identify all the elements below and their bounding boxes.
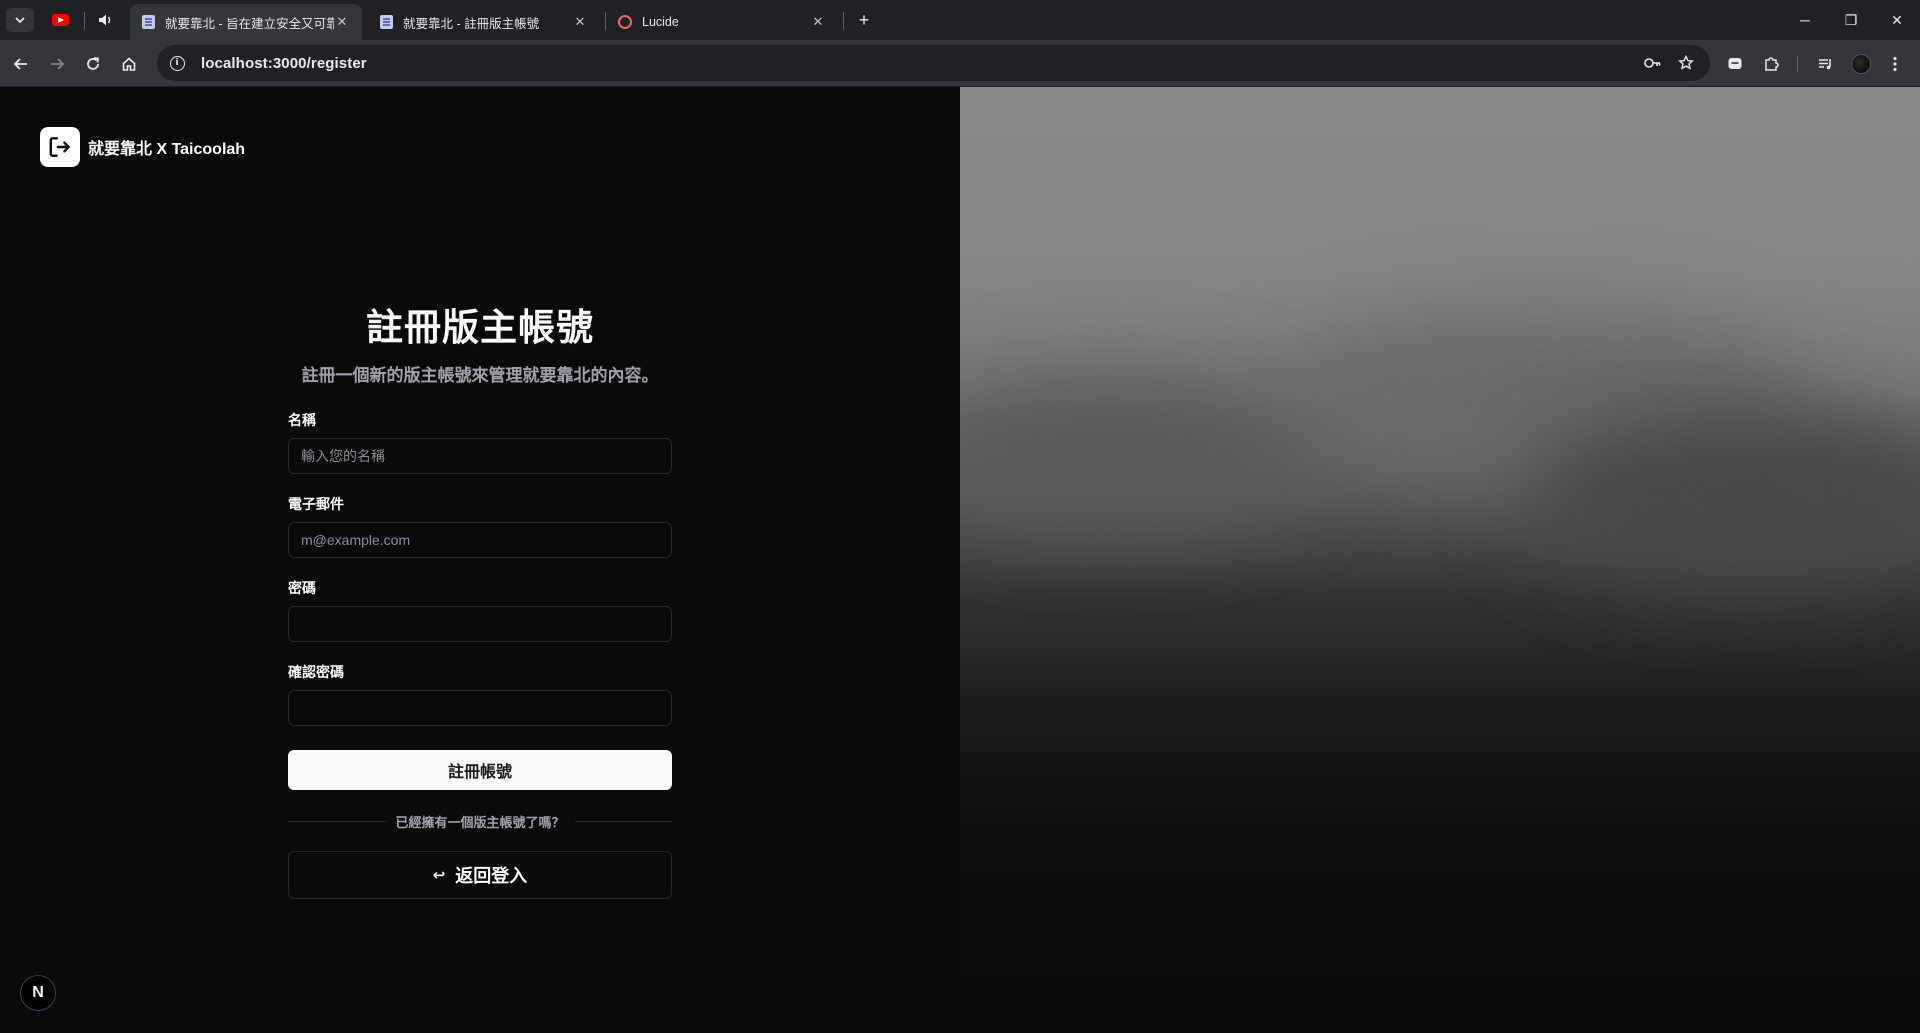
window-close-button[interactable]: ✕ — [1874, 0, 1920, 40]
divider-line — [574, 821, 673, 822]
close-icon[interactable]: ✕ — [572, 14, 588, 30]
divider-text: 已經擁有一個版主帳號了嗎？ — [395, 815, 565, 830]
tab-2[interactable]: 就要靠北 - 註冊版主帳號 ✕ — [368, 4, 600, 40]
minimize-button[interactable]: ─ — [1782, 0, 1828, 40]
confirm-password-label: 確認密碼 — [288, 664, 344, 680]
name-input[interactable] — [288, 438, 672, 474]
password-field-group: 密碼 — [288, 578, 672, 642]
back-button[interactable] — [6, 49, 36, 79]
queue-music-icon — [1819, 59, 1831, 70]
pinned-tab-audio[interactable] — [92, 8, 120, 32]
restore-button[interactable]: ❐ — [1828, 0, 1874, 40]
chevron-down-icon — [15, 17, 25, 24]
tab-3[interactable]: Lucide ✕ — [606, 4, 838, 40]
close-icon[interactable]: ✕ — [810, 14, 826, 30]
page-viewport: 就要靠北 X Taicoolah 註冊版主帳號 註冊一個新的版主帳號來管理就要靠… — [0, 87, 1920, 1033]
arrow-left-icon — [13, 58, 27, 70]
name-label: 名稱 — [288, 412, 316, 428]
register-form: 註冊版主帳號 註冊一個新的版主帳號來管理就要靠北的內容。 名稱 電子郵件 密碼 … — [288, 297, 673, 899]
brand-name: 就要靠北 X Taicoolah — [88, 141, 246, 158]
back-to-login-button[interactable]: ↩ 返回登入 — [288, 851, 672, 899]
tab-strip: 就要靠北 - 旨在建立安全又可靠 ✕ 就要靠北 - 註冊版主帳號 ✕ Lucid… — [0, 0, 1920, 40]
tab-1[interactable]: 就要靠北 - 旨在建立安全又可靠 ✕ — [130, 4, 362, 40]
tab-title: Lucide — [642, 15, 679, 29]
forward-button[interactable] — [42, 49, 72, 79]
profile-button[interactable] — [1846, 49, 1876, 79]
page-favicon-icon — [142, 15, 155, 29]
site-info-button[interactable]: i — [161, 49, 193, 77]
email-label: 電子郵件 — [288, 496, 344, 512]
tab-search-button[interactable] — [6, 8, 34, 32]
home-button[interactable] — [114, 49, 144, 79]
extension-chat-button[interactable] — [1720, 49, 1750, 79]
tab-separator — [84, 12, 85, 30]
brand-logo — [40, 127, 80, 167]
info-icon: i — [169, 55, 185, 71]
email-field-group: 電子郵件 — [288, 494, 672, 558]
home-icon — [122, 57, 136, 71]
brand-link[interactable]: 就要靠北 X Taicoolah — [40, 127, 245, 167]
speaker-icon — [99, 14, 111, 26]
register-panel: 就要靠北 X Taicoolah 註冊版主帳號 註冊一個新的版主帳號來管理就要靠… — [0, 87, 960, 1033]
password-label: 密碼 — [288, 580, 316, 596]
page-favicon-icon — [380, 15, 393, 29]
tab-title: 就要靠北 - 旨在建立安全又可靠 — [165, 16, 334, 31]
hero-image — [960, 87, 1920, 1033]
register-button[interactable]: 註冊帳號 — [288, 750, 672, 790]
tab-title: 就要靠北 - 註冊版主帳號 — [403, 16, 540, 31]
back-to-login-label: 返回登入 — [455, 866, 528, 886]
browser-toolbar: i localhost:3000/register — [0, 40, 1920, 87]
divider-line — [288, 821, 386, 822]
star-icon — [1678, 55, 1694, 70]
url-text[interactable]: localhost:3000/register — [201, 55, 367, 72]
undo-arrow-icon: ↩ — [432, 867, 446, 884]
close-icon[interactable]: ✕ — [334, 14, 350, 30]
avatar — [1851, 54, 1871, 74]
mist-shape — [960, 377, 1320, 527]
extensions-button[interactable] — [1756, 49, 1786, 79]
page-subtitle: 註冊一個新的版主帳號來管理就要靠北的內容。 — [301, 366, 659, 385]
new-tab-button[interactable]: + — [850, 8, 878, 32]
name-field-group: 名稱 — [288, 410, 672, 474]
email-input[interactable] — [288, 522, 672, 558]
toolbar-divider — [1797, 56, 1798, 72]
puzzle-icon — [1765, 57, 1779, 71]
arrow-right-icon — [51, 58, 65, 70]
page-title: 註冊版主帳號 — [366, 307, 594, 348]
reload-icon — [87, 57, 100, 70]
youtube-icon — [51, 14, 69, 26]
divider: 已經擁有一個版主帳號了嗎？ — [288, 812, 673, 831]
tab-separator — [843, 12, 844, 30]
password-key-button[interactable] — [1639, 49, 1667, 77]
reload-button[interactable] — [78, 49, 108, 79]
log-in-icon — [49, 137, 70, 157]
address-bar[interactable]: i localhost:3000/register — [157, 45, 1710, 81]
pinned-tab-youtube[interactable] — [46, 8, 74, 32]
confirm-password-field-group: 確認密碼 — [288, 662, 672, 726]
confirm-password-input[interactable] — [288, 690, 672, 726]
nextjs-dev-badge[interactable]: N — [20, 975, 56, 1011]
menu-button[interactable] — [1880, 49, 1910, 79]
password-input[interactable] — [288, 606, 672, 642]
media-control-button[interactable] — [1810, 49, 1840, 79]
lucide-favicon-icon — [618, 15, 632, 29]
bookmark-button[interactable] — [1672, 49, 1700, 77]
chat-icon — [1728, 58, 1742, 69]
more-vertical-icon — [1893, 56, 1897, 72]
key-icon — [1644, 58, 1661, 68]
